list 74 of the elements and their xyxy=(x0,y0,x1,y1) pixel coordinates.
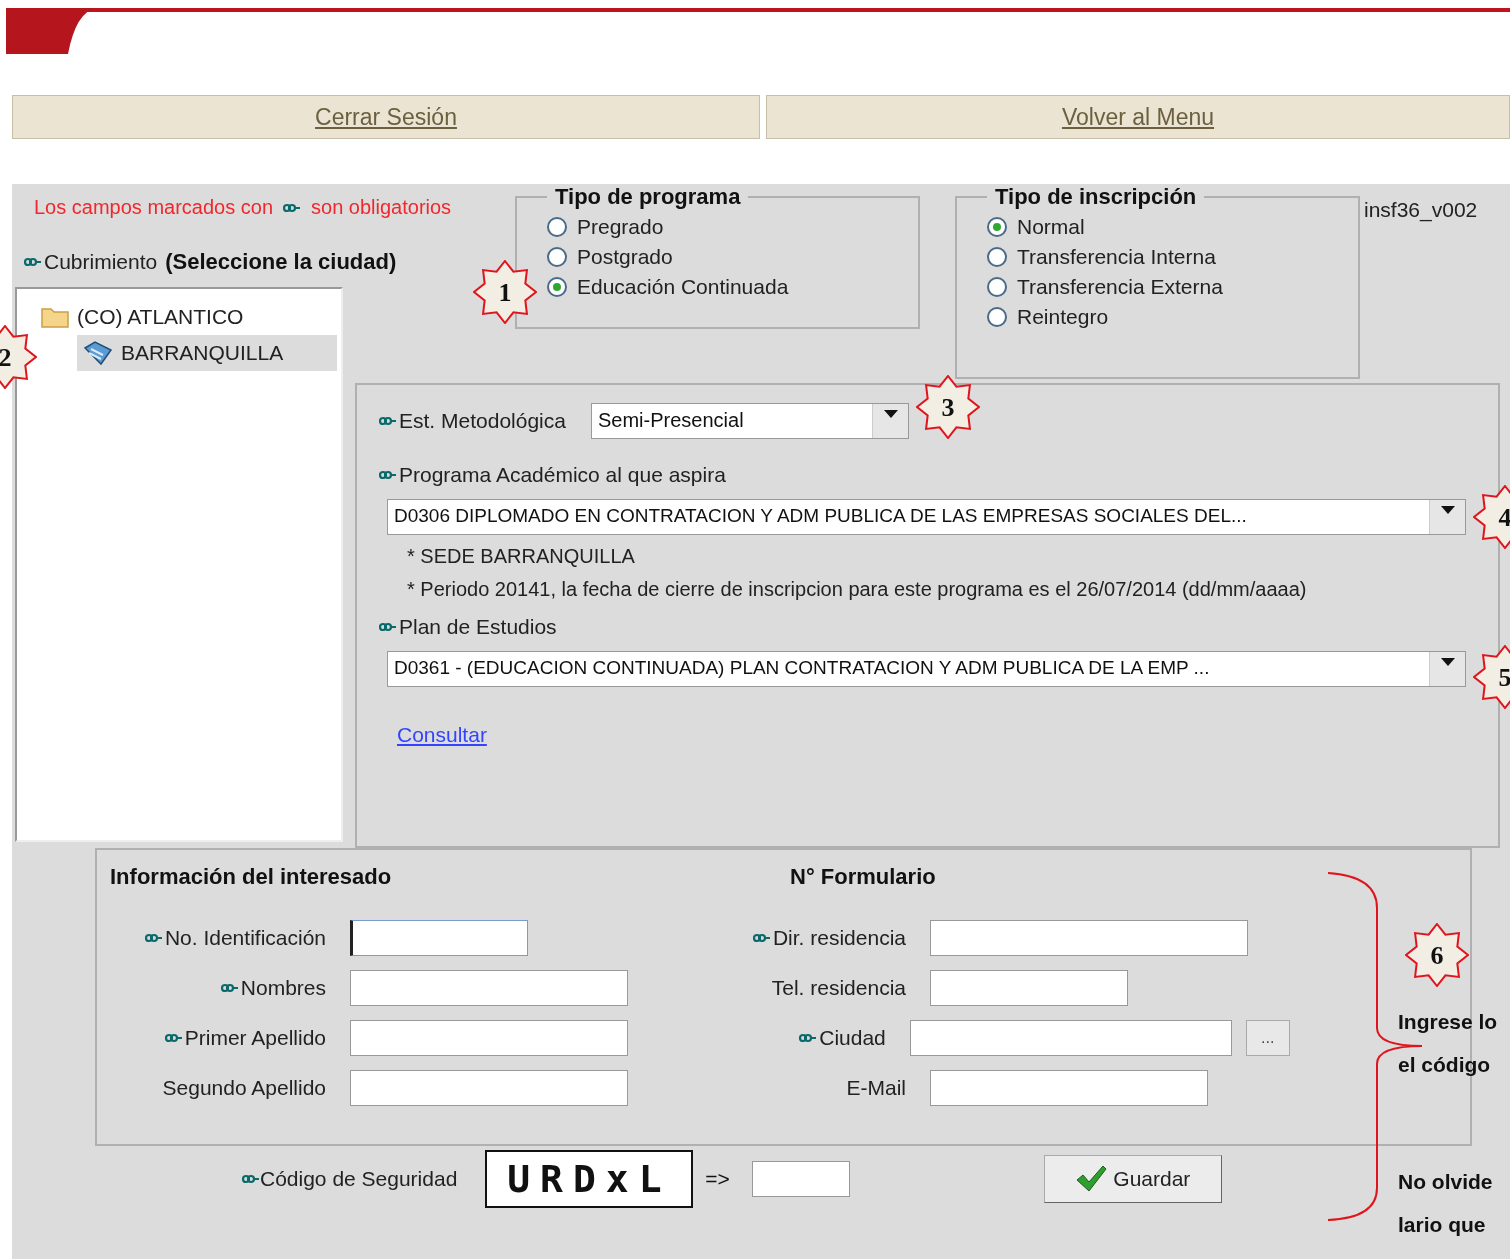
group-title: Tipo de inscripción xyxy=(994,184,1198,210)
radio-button[interactable] xyxy=(547,277,567,297)
methodology-select[interactable]: Semi-Presencial xyxy=(591,403,909,439)
text-input[interactable] xyxy=(350,970,628,1006)
tree-item[interactable]: BARRANQUILLA xyxy=(77,335,337,371)
radio-button[interactable] xyxy=(987,217,1007,237)
field-label: Tel. residencia xyxy=(771,976,906,1000)
captcha-image: URDxL xyxy=(485,1150,694,1208)
option-label: Transferencia Interna xyxy=(1017,245,1216,269)
numbered-star-callout: 3 xyxy=(916,375,980,439)
save-button[interactable]: Guardar xyxy=(1043,1155,1222,1203)
numbered-star-callout: 5 xyxy=(1473,645,1510,709)
text-input[interactable] xyxy=(930,970,1128,1006)
nav-link[interactable]: Cerrar Sesión xyxy=(12,95,760,139)
annotation-text: Ingrese lo xyxy=(1398,1009,1498,1035)
program-note: * SEDE BARRANQUILLA xyxy=(407,545,636,568)
option-label: Postgrado xyxy=(577,245,673,269)
dropdown-caret-icon xyxy=(883,410,898,418)
option-label: Reintegro xyxy=(1017,305,1109,329)
field-label: Plan de Estudios xyxy=(399,615,557,639)
dropdown-caret-icon xyxy=(1440,658,1455,666)
tree-item[interactable]: (CO) ATLANTICO xyxy=(35,299,337,335)
field-label: Segundo Apellido xyxy=(162,1076,326,1100)
dropdown-caret-icon xyxy=(1440,506,1455,514)
field-label: Est. Metodológica xyxy=(399,409,567,433)
text-input[interactable] xyxy=(350,920,528,956)
nav-link[interactable]: Volver al Menu xyxy=(766,95,1510,139)
annotation-text: el código xyxy=(1398,1052,1492,1078)
required-note-text: son obligatorios xyxy=(311,196,452,219)
checkmark-icon xyxy=(1075,1165,1108,1193)
required-note-text: Los campos marcados con xyxy=(34,196,273,219)
radio-button[interactable] xyxy=(987,247,1007,267)
program-note: * Periodo 20141, la fecha de cierre de inscripcion para este programa es el 26/07/2014 (dd/mm/aaaa) xyxy=(407,578,1308,601)
option-label: Pregrado xyxy=(577,215,664,239)
text-input[interactable] xyxy=(350,1070,628,1106)
captcha-input[interactable] xyxy=(751,1161,850,1197)
field-label: Ciudad xyxy=(819,1026,886,1050)
field-label: Cubrimiento xyxy=(44,250,158,274)
annotation-text: No olvide xyxy=(1398,1169,1493,1195)
text-input[interactable] xyxy=(350,1020,628,1056)
lookup-button[interactable]: ... xyxy=(1245,1020,1290,1056)
plan-select[interactable]: D0361 - (EDUCACION CONTINUADA) PLAN CONTRATACION Y ADM PUBLICA DE LA EMP ... xyxy=(387,651,1466,687)
option-label: Educación Continuada xyxy=(577,275,789,299)
field-label: Primer Apellido xyxy=(184,1026,326,1050)
text-input[interactable] xyxy=(909,1020,1232,1056)
form-number-label: N° Formulario xyxy=(790,864,937,890)
field-hint: (Seleccione la ciudad) xyxy=(165,249,397,275)
numbered-star-callout: 1 xyxy=(473,260,537,324)
radio-button[interactable] xyxy=(987,277,1007,297)
field-label: Dir. residencia xyxy=(772,926,906,950)
text-input[interactable] xyxy=(930,1070,1208,1106)
group-title: Tipo de programa xyxy=(554,184,742,210)
required-chain-icon xyxy=(283,202,301,213)
map-icon xyxy=(83,340,113,366)
radio-button[interactable] xyxy=(987,307,1007,327)
option-label: Normal xyxy=(1017,215,1085,239)
version-label: insf36_v002 xyxy=(1364,198,1478,222)
field-label: E-Mail xyxy=(846,1076,906,1100)
text-input[interactable] xyxy=(930,920,1248,956)
field-label: Nombres xyxy=(240,976,326,1000)
section-title: Información del interesado xyxy=(110,864,393,890)
folder-icon xyxy=(41,306,69,328)
option-label: Transferencia Externa xyxy=(1017,275,1223,299)
numbered-star-callout: 2 xyxy=(0,325,37,389)
consult-link[interactable]: Consultar xyxy=(397,723,487,747)
field-label: Código de Seguridad xyxy=(260,1167,458,1191)
arrow-text: => xyxy=(705,1167,730,1191)
numbered-star-callout: 6 xyxy=(1405,923,1469,987)
radio-button[interactable] xyxy=(547,247,567,267)
radio-button[interactable] xyxy=(547,217,567,237)
field-label: No. Identificación xyxy=(164,926,326,950)
annotation-text: lario que xyxy=(1398,1212,1487,1238)
field-label: Programa Académico al que aspira xyxy=(399,463,726,487)
program-select[interactable]: D0306 DIPLOMADO EN CONTRATACION Y ADM PUBLICA DE LAS EMPRESAS SOCIALES DEL... xyxy=(387,499,1466,535)
